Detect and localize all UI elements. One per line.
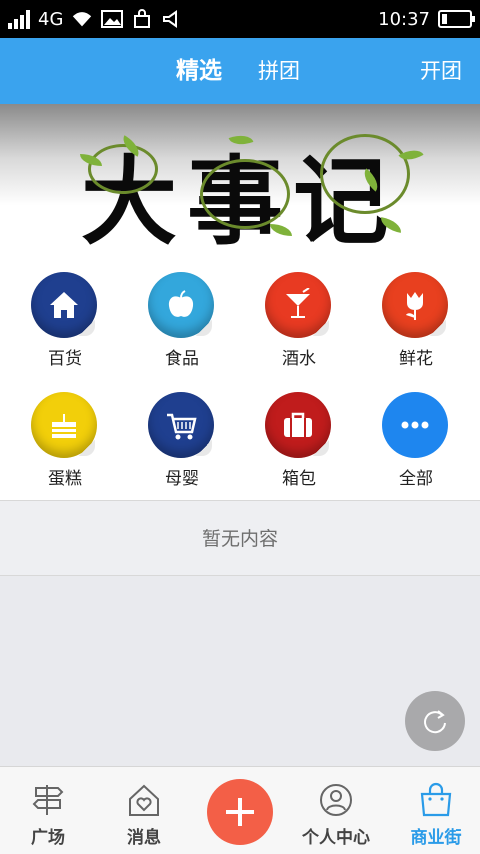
vine-decoration bbox=[88, 144, 158, 194]
category-grid: 百货 食品 酒水 鲜花 蛋糕 母婴 箱包 全部 bbox=[0, 260, 480, 500]
vine-decoration bbox=[200, 159, 290, 229]
tulip-icon bbox=[382, 272, 448, 338]
nav-label: 广场 bbox=[31, 828, 65, 848]
home-heart-icon bbox=[124, 781, 164, 819]
category-cake[interactable]: 蛋糕 bbox=[5, 380, 125, 500]
top-header: 精选 拼团 开团 bbox=[0, 38, 480, 104]
nav-business-street[interactable]: 商业街 bbox=[396, 767, 476, 854]
refresh-icon bbox=[424, 710, 446, 734]
nav-messages[interactable]: 消息 bbox=[104, 767, 184, 854]
cocktail-icon bbox=[265, 272, 331, 338]
apple-icon bbox=[148, 272, 214, 338]
category-label: 全部 bbox=[399, 469, 433, 489]
nav-label: 消息 bbox=[127, 828, 161, 848]
house-icon bbox=[31, 272, 97, 338]
tab-featured[interactable]: 精选 bbox=[176, 38, 222, 104]
category-label: 蛋糕 bbox=[48, 469, 82, 489]
category-bags[interactable]: 箱包 bbox=[239, 380, 359, 500]
battery-icon bbox=[438, 10, 475, 28]
nav-square[interactable]: 广场 bbox=[8, 767, 88, 854]
category-flowers[interactable]: 鲜花 bbox=[356, 260, 476, 380]
open-group-button[interactable]: 开团 bbox=[420, 38, 462, 104]
image-icon bbox=[101, 9, 124, 29]
network-type: 4G bbox=[38, 8, 64, 30]
empty-state-text: 暂无内容 bbox=[201, 528, 278, 550]
category-label: 百货 bbox=[48, 349, 82, 369]
bottom-nav: 广场 消息 个人中心 商业街 bbox=[0, 766, 480, 854]
category-drinks[interactable]: 酒水 bbox=[239, 260, 359, 380]
category-mother-baby[interactable]: 母婴 bbox=[122, 380, 242, 500]
person-icon bbox=[316, 781, 356, 819]
signal-icon bbox=[8, 9, 30, 29]
cart-icon bbox=[148, 392, 214, 458]
volume-icon bbox=[161, 9, 183, 29]
category-label: 食品 bbox=[165, 349, 199, 369]
category-label: 鲜花 bbox=[399, 349, 433, 369]
nav-profile[interactable]: 个人中心 bbox=[292, 767, 380, 854]
plus-icon bbox=[226, 798, 254, 826]
category-label: 箱包 bbox=[282, 469, 316, 489]
clock: 10:37 bbox=[378, 8, 430, 30]
status-bar: 4G 10:37 bbox=[0, 0, 480, 38]
banner[interactable]: 大事记 bbox=[0, 104, 480, 260]
category-food[interactable]: 食品 bbox=[122, 260, 242, 380]
bag-icon bbox=[131, 9, 153, 29]
category-label: 酒水 bbox=[282, 349, 316, 369]
shopping-bag-icon bbox=[416, 781, 456, 819]
more-icon bbox=[382, 392, 448, 458]
create-button[interactable] bbox=[207, 779, 273, 845]
signpost-icon bbox=[28, 781, 68, 819]
category-label: 母婴 bbox=[165, 469, 199, 489]
nav-label: 个人中心 bbox=[302, 828, 370, 848]
nav-label: 商业街 bbox=[410, 828, 462, 848]
suitcase-icon bbox=[265, 392, 331, 458]
wifi-icon bbox=[71, 9, 93, 29]
cake-icon bbox=[31, 392, 97, 458]
category-department-store[interactable]: 百货 bbox=[5, 260, 125, 380]
empty-state: 暂无内容 bbox=[0, 500, 480, 576]
category-all[interactable]: 全部 bbox=[356, 380, 476, 500]
refresh-button[interactable] bbox=[405, 691, 465, 751]
tab-group-buy[interactable]: 拼团 bbox=[258, 38, 300, 104]
